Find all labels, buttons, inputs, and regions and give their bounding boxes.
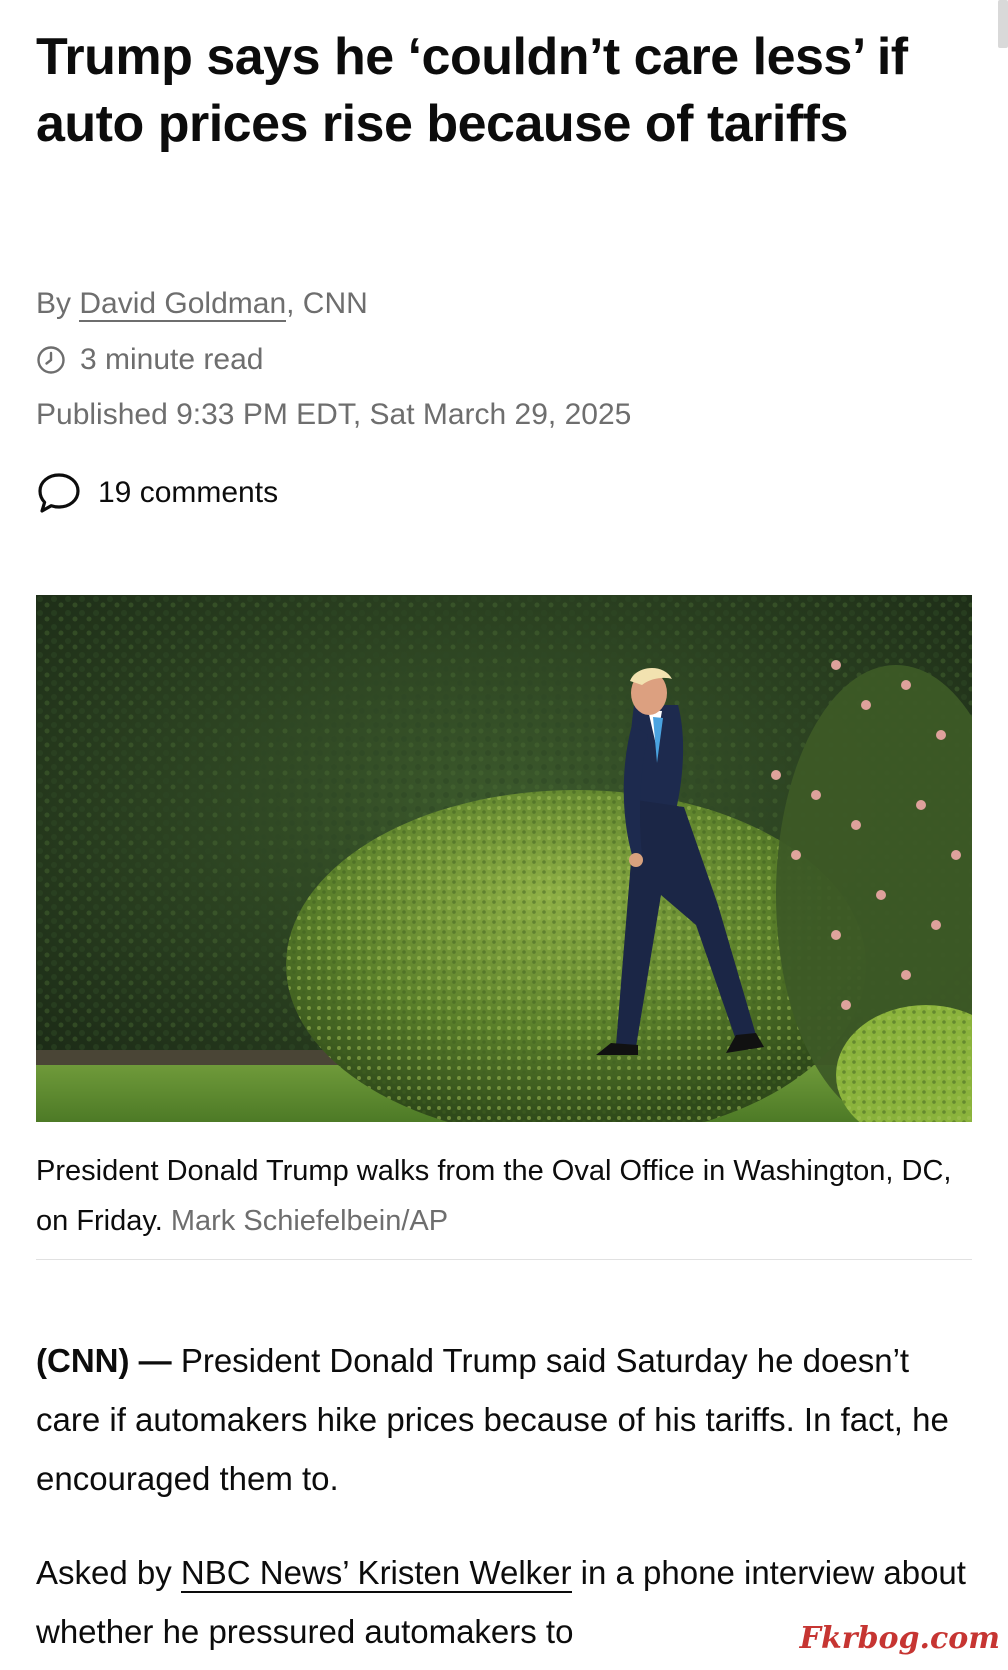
body-paragraph: (CNN) — President Donald Trump said Satu… (36, 1331, 972, 1508)
comments-count: 19 comments (98, 476, 279, 509)
photo-credit: Mark Schiefelbein/AP (170, 1205, 449, 1237)
divider (36, 1259, 972, 1260)
nbc-interview-link[interactable]: NBC News’ Kristen Welker (180, 1554, 572, 1593)
paragraph-text: President Donald Trump said Saturday he … (36, 1342, 949, 1497)
scrollbar[interactable] (998, 0, 1008, 48)
read-time-label: 3 minute read (80, 343, 264, 376)
byline: By David Goldman, CNN (36, 284, 368, 324)
photo-caption: President Donald Trump walks from the Ov… (36, 1146, 972, 1246)
paragraph-text: Asked by (36, 1554, 181, 1591)
byline-suffix: , CNN (286, 287, 368, 320)
byline-prefix: By (36, 287, 80, 320)
author-link[interactable]: David Goldman (79, 287, 287, 322)
speech-bubble-icon (36, 470, 82, 516)
dateline: (CNN) — (36, 1342, 172, 1379)
comments-button[interactable]: 19 comments (36, 470, 278, 516)
published-timestamp: Published 9:33 PM EDT, Sat March 29, 202… (36, 398, 632, 431)
clock-icon (36, 345, 66, 375)
read-time: 3 minute read (36, 340, 263, 380)
watermark: Fkrbog.com (799, 1621, 1000, 1656)
lead-photo-image (36, 595, 972, 1122)
headline: Trump says he ‘couldn’t care less’ if au… (36, 28, 908, 153)
lead-photo[interactable] (36, 595, 972, 1122)
